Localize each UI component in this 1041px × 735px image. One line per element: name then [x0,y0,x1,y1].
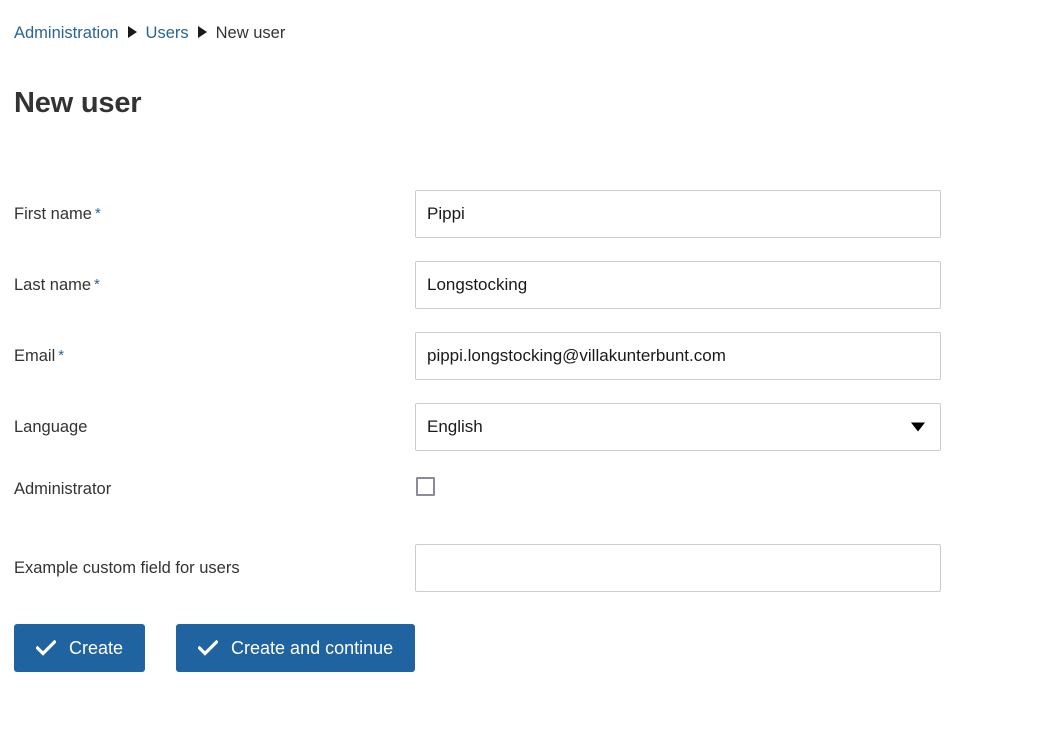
administrator-label: Administrator [0,474,415,501]
form-row-last-name: Last name* [0,261,1041,309]
last-name-label-text: Last name [14,276,91,294]
check-icon [198,640,218,656]
last-name-input[interactable] [415,261,941,309]
custom-field-control [415,544,941,592]
custom-field-label-text: Example custom field for users [14,559,240,577]
new-user-form: First name* Last name* Email* [0,190,1041,615]
breadcrumb-item-users[interactable]: Users [146,22,189,44]
create-and-continue-button-label: Create and continue [231,624,393,672]
required-marker: * [58,347,64,364]
last-name-label: Last name* [0,261,415,298]
triangle-down-icon [911,423,925,432]
required-marker: * [95,205,101,222]
administrator-checkbox[interactable] [416,477,435,496]
language-control: English [415,403,941,451]
administrator-control [415,474,941,496]
required-marker: * [94,276,100,293]
first-name-label: First name* [0,190,415,227]
language-label-text: Language [14,418,87,436]
breadcrumb-item-new-user: New user [216,22,286,44]
form-row-administrator: Administrator [0,474,1041,504]
create-button[interactable]: Create [14,624,145,672]
language-label: Language [0,403,415,439]
custom-field-label: Example custom field for users [0,544,415,580]
first-name-label-text: First name [14,205,92,223]
form-row-first-name: First name* [0,190,1041,238]
form-actions: Create Create and continue [14,624,415,672]
form-row-custom-field: Example custom field for users [0,544,1041,592]
triangle-right-icon [198,26,207,38]
breadcrumb: Administration Users New user [14,22,285,44]
custom-field-input[interactable] [415,544,941,592]
email-label: Email* [0,332,415,369]
email-label-text: Email [14,347,55,365]
breadcrumb-item-administration[interactable]: Administration [14,22,119,44]
new-user-page: Administration Users New user New user F… [0,0,1041,735]
email-control [415,332,941,380]
last-name-control [415,261,941,309]
create-button-label: Create [69,624,123,672]
create-and-continue-button[interactable]: Create and continue [176,624,415,672]
first-name-control [415,190,941,238]
page-title: New user [14,84,141,122]
form-row-language: Language English [0,403,1041,451]
email-input[interactable] [415,332,941,380]
triangle-right-icon [128,26,137,38]
administrator-label-text: Administrator [14,480,111,498]
language-select-value: English [427,404,483,450]
check-icon [36,640,56,656]
first-name-input[interactable] [415,190,941,238]
form-row-email: Email* [0,332,1041,380]
language-select[interactable]: English [415,403,941,451]
